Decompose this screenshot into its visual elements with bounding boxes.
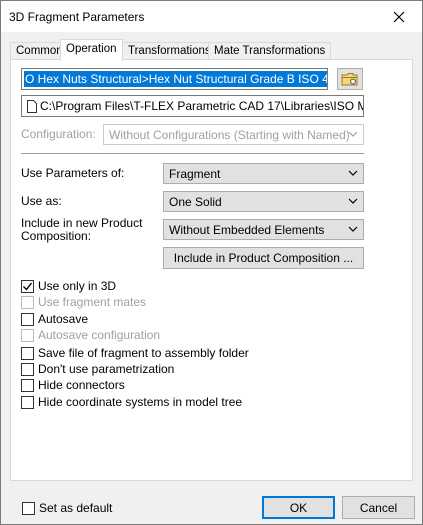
checkbox-box xyxy=(21,279,34,293)
use-as-label: Use as: xyxy=(21,194,62,208)
use-parameters-value: Fragment xyxy=(169,167,221,181)
close-icon xyxy=(393,11,405,22)
title-bar: 3D Fragment Parameters xyxy=(1,1,422,32)
configuration-label: Configuration: xyxy=(21,127,96,141)
tab-panel-operation: O Hex Nuts Structural>Hex Nut Structural… xyxy=(10,59,413,481)
chevron-down-icon xyxy=(348,131,358,137)
folder-icon xyxy=(341,72,358,85)
chevron-down-icon xyxy=(348,170,358,176)
use-fragment-mates-checkbox: Use fragment mates xyxy=(21,294,146,310)
autosave-label: Autosave xyxy=(38,312,89,326)
tab-transformations[interactable]: Transformations xyxy=(122,42,217,60)
hide-connectors-label: Hide connectors xyxy=(38,378,125,392)
save-file-label: Save file of fragment to assembly folder xyxy=(38,346,249,360)
autosave-checkbox[interactable]: Autosave xyxy=(21,311,88,327)
dont-use-param-checkbox[interactable]: Don't use parametrization xyxy=(21,361,174,377)
browse-button[interactable] xyxy=(337,68,363,90)
checkbox-box xyxy=(21,346,34,360)
include-select[interactable]: Without Embedded Elements xyxy=(163,219,364,240)
use-fragment-mates-label: Use fragment mates xyxy=(38,295,147,309)
checkbox-box xyxy=(21,378,34,392)
include-value: Without Embedded Elements xyxy=(169,223,325,237)
dont-use-param-label: Don't use parametrization xyxy=(38,362,175,376)
fragment-name-text: O Hex Nuts Structural>Hex Nut Structural… xyxy=(24,71,327,87)
use-as-value: One Solid xyxy=(169,195,222,209)
use-as-select[interactable]: One Solid xyxy=(163,191,364,212)
set-default-label: Set as default xyxy=(39,501,113,515)
window-title: 3D Fragment Parameters xyxy=(9,10,145,24)
divider xyxy=(21,153,364,154)
dialog-window: 3D Fragment Parameters Common Operation … xyxy=(0,0,423,525)
checkbox-box xyxy=(21,295,34,309)
checkbox-box xyxy=(21,312,34,326)
use-only-3d-checkbox[interactable]: Use only in 3D xyxy=(21,278,116,294)
set-default-checkbox[interactable]: Set as default xyxy=(22,500,112,516)
use-parameters-select[interactable]: Fragment xyxy=(163,163,364,184)
configuration-value: Without Configurations (Starting with Na… xyxy=(109,128,350,142)
autosave-config-checkbox: Autosave configuration xyxy=(21,327,160,343)
tab-operation[interactable]: Operation xyxy=(60,39,123,61)
hide-coord-checkbox[interactable]: Hide coordinate systems in model tree xyxy=(21,394,242,410)
fragment-path-field[interactable]: C:\Program Files\T-FLEX Parametric CAD 1… xyxy=(21,95,364,117)
fragment-name-field[interactable]: O Hex Nuts Structural>Hex Nut Structural… xyxy=(21,68,328,90)
checkbox-box xyxy=(21,362,34,376)
include-in-product-button[interactable]: Include in Product Composition ... xyxy=(163,247,364,269)
fragment-path-text: C:\Program Files\T-FLEX Parametric CAD 1… xyxy=(40,99,363,113)
hide-coord-label: Hide coordinate systems in model tree xyxy=(38,395,243,409)
ok-button[interactable]: OK xyxy=(262,496,335,519)
autosave-config-label: Autosave configuration xyxy=(38,328,161,342)
file-icon xyxy=(27,100,37,113)
include-label-line2: Composition: xyxy=(21,229,92,243)
save-file-checkbox[interactable]: Save file of fragment to assembly folder xyxy=(21,345,249,361)
check-icon xyxy=(23,282,33,291)
hide-connectors-checkbox[interactable]: Hide connectors xyxy=(21,377,125,393)
checkbox-box xyxy=(21,395,34,409)
cancel-button[interactable]: Cancel xyxy=(342,496,415,519)
use-only-3d-label: Use only in 3D xyxy=(38,279,117,293)
include-label-line1: Include in new Product xyxy=(21,216,143,230)
tab-mate-transformations[interactable]: Mate Transformations xyxy=(208,42,332,60)
use-parameters-label: Use Parameters of: xyxy=(21,166,125,180)
configuration-select: Without Configurations (Starting with Na… xyxy=(103,124,364,145)
close-button[interactable] xyxy=(376,1,422,32)
chevron-down-icon xyxy=(348,226,358,232)
chevron-down-icon xyxy=(348,198,358,204)
checkbox-box xyxy=(21,328,34,342)
checkbox-box xyxy=(22,501,35,515)
